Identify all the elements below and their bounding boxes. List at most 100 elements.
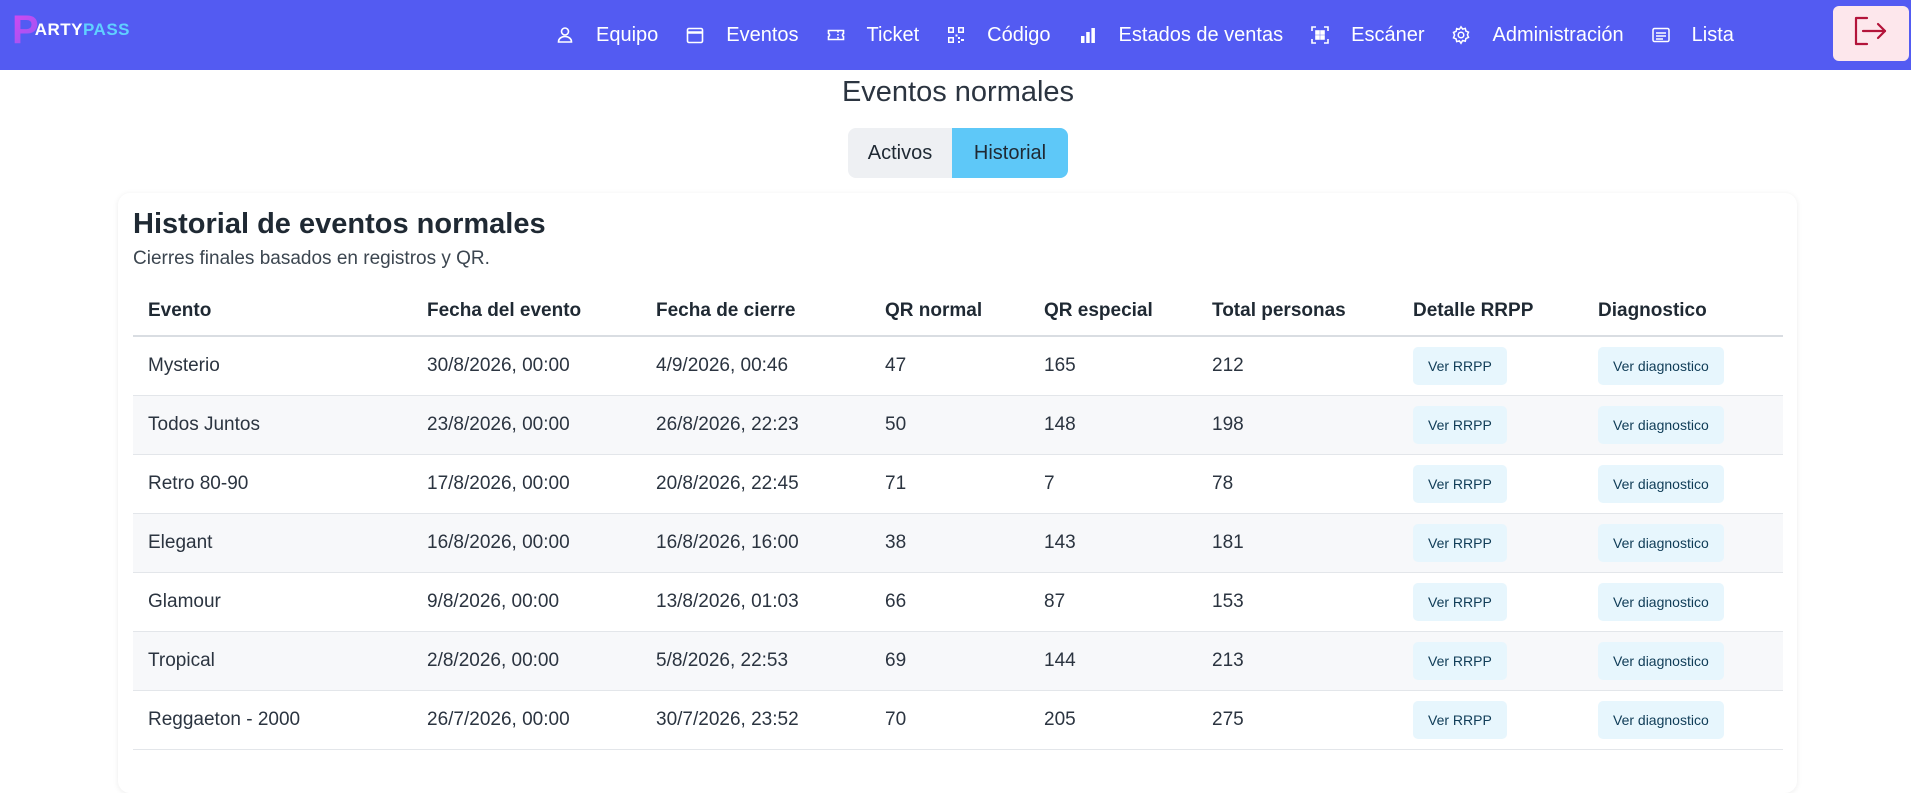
table-row: Tropical 2/8/2026, 00:00 5/8/2026, 22:53… xyxy=(133,631,1783,691)
top-navbar: P ARTYPASS Equipo Eventos Ticket Código … xyxy=(0,0,1911,70)
cell-fecha-evento: 23/8/2026, 00:00 xyxy=(412,395,641,455)
cell-qr-especial: 144 xyxy=(1029,631,1197,691)
cell-qr-especial: 87 xyxy=(1029,572,1197,632)
history-card: Historial de eventos normales Cierres fi… xyxy=(118,193,1797,793)
cell-evento: Tropical xyxy=(133,631,412,691)
main-nav: Equipo Eventos Ticket Código Estados de … xyxy=(554,0,1760,70)
ver-diagnostico-button[interactable]: Ver diagnostico xyxy=(1598,347,1724,385)
cell-detalle-rrpp: Ver RRPP xyxy=(1398,454,1583,514)
cell-fecha-evento: 17/8/2026, 00:00 xyxy=(412,454,641,514)
cell-evento: Todos Juntos xyxy=(133,395,412,455)
nav-item-lista[interactable]: Lista xyxy=(1650,0,1734,70)
table-row: Glamour 9/8/2026, 00:00 13/8/2026, 01:03… xyxy=(133,572,1783,632)
ver-diagnostico-button[interactable]: Ver diagnostico xyxy=(1598,406,1724,444)
nav-item-escaner[interactable]: Escáner xyxy=(1309,0,1424,70)
cell-detalle-rrpp: Ver RRPP xyxy=(1398,572,1583,632)
nav-item-ticket[interactable]: Ticket xyxy=(825,0,919,70)
cell-qr-especial: 205 xyxy=(1029,690,1197,750)
nav-item-label: Lista xyxy=(1691,23,1734,46)
nav-item-equipo[interactable]: Equipo xyxy=(554,0,658,70)
cell-fecha-cierre: 5/8/2026, 22:53 xyxy=(641,631,870,691)
ver-diagnostico-button[interactable]: Ver diagnostico xyxy=(1598,465,1724,503)
ver-rrpp-button[interactable]: Ver RRPP xyxy=(1413,347,1507,385)
nav-item-label: Equipo xyxy=(596,23,659,46)
nav-item-label: Estados de ventas xyxy=(1118,23,1284,46)
ver-rrpp-button[interactable]: Ver RRPP xyxy=(1413,524,1507,562)
cell-qr-normal: 71 xyxy=(870,454,1029,514)
cell-total-personas: 213 xyxy=(1197,631,1398,691)
ver-diagnostico-button[interactable]: Ver diagnostico xyxy=(1598,583,1724,621)
cell-qr-normal: 66 xyxy=(870,572,1029,632)
nav-item-label: Escáner xyxy=(1351,23,1425,46)
cell-fecha-evento: 2/8/2026, 00:00 xyxy=(412,631,641,691)
scan-icon xyxy=(1309,24,1331,46)
cell-total-personas: 275 xyxy=(1197,690,1398,750)
partypass-logo[interactable]: P ARTYPASS xyxy=(12,10,130,50)
cell-qr-normal: 69 xyxy=(870,631,1029,691)
cell-qr-especial: 143 xyxy=(1029,513,1197,573)
cell-qr-normal: 70 xyxy=(870,690,1029,750)
user-icon xyxy=(554,24,576,46)
nav-item-estados-de-ventas[interactable]: Estados de ventas xyxy=(1077,0,1284,70)
column-header-detalle-rrpp[interactable]: Detalle RRPP xyxy=(1398,287,1583,337)
logo-wordmark: ARTYPASS xyxy=(35,20,130,40)
logout-button[interactable] xyxy=(1833,6,1909,61)
bar-chart-icon xyxy=(1077,24,1099,46)
cell-fecha-evento: 30/8/2026, 00:00 xyxy=(412,336,641,396)
column-header-diagnostico[interactable]: Diagnostico xyxy=(1583,287,1783,337)
cell-diagnostico: Ver diagnostico xyxy=(1583,336,1783,396)
column-header-qr-especial[interactable]: QR especial xyxy=(1029,287,1197,337)
cell-qr-especial: 7 xyxy=(1029,454,1197,514)
ver-rrpp-button[interactable]: Ver RRPP xyxy=(1413,701,1507,739)
cell-detalle-rrpp: Ver RRPP xyxy=(1398,336,1583,396)
cell-fecha-evento: 16/8/2026, 00:00 xyxy=(412,513,641,573)
column-header-total-personas[interactable]: Total personas xyxy=(1197,287,1398,337)
cell-fecha-cierre: 26/8/2026, 22:23 xyxy=(641,395,870,455)
column-header-qr-normal[interactable]: QR normal xyxy=(870,287,1029,337)
cell-qr-normal: 50 xyxy=(870,395,1029,455)
tab-activos[interactable]: Activos xyxy=(848,128,952,178)
cell-diagnostico: Ver diagnostico xyxy=(1583,631,1783,691)
ver-rrpp-button[interactable]: Ver RRPP xyxy=(1413,406,1507,444)
nav-item-codigo[interactable]: Código xyxy=(945,0,1051,70)
cell-diagnostico: Ver diagnostico xyxy=(1583,395,1783,455)
cell-diagnostico: Ver diagnostico xyxy=(1583,690,1783,750)
cell-detalle-rrpp: Ver RRPP xyxy=(1398,513,1583,573)
cell-evento: Retro 80-90 xyxy=(133,454,412,514)
nav-item-eventos[interactable]: Eventos xyxy=(684,0,799,70)
cell-fecha-cierre: 4/9/2026, 00:46 xyxy=(641,336,870,396)
nav-item-administracion[interactable]: Administración xyxy=(1450,0,1624,70)
list-icon xyxy=(1650,24,1672,46)
ver-diagnostico-button[interactable]: Ver diagnostico xyxy=(1598,701,1724,739)
card-title: Historial de eventos normales xyxy=(133,208,546,240)
cell-diagnostico: Ver diagnostico xyxy=(1583,454,1783,514)
table-header-row: Evento Fecha del evento Fecha de cierre … xyxy=(133,287,1783,337)
table-row: Elegant 16/8/2026, 00:00 16/8/2026, 16:0… xyxy=(133,513,1783,573)
table-row: Todos Juntos 23/8/2026, 00:00 26/8/2026,… xyxy=(133,395,1783,455)
column-header-fecha-cierre[interactable]: Fecha de cierre xyxy=(641,287,870,337)
cell-fecha-cierre: 20/8/2026, 22:45 xyxy=(641,454,870,514)
ver-diagnostico-button[interactable]: Ver diagnostico xyxy=(1598,642,1724,680)
ver-rrpp-button[interactable]: Ver RRPP xyxy=(1413,465,1507,503)
cell-qr-normal: 47 xyxy=(870,336,1029,396)
ver-diagnostico-button[interactable]: Ver diagnostico xyxy=(1598,524,1724,562)
column-header-evento[interactable]: Evento xyxy=(133,287,412,337)
gear-icon xyxy=(1450,24,1472,46)
nav-item-label: Código xyxy=(987,23,1051,46)
page-title: Eventos normales xyxy=(841,76,1075,108)
ver-rrpp-button[interactable]: Ver RRPP xyxy=(1413,583,1507,621)
cell-evento: Reggaeton - 2000 xyxy=(133,690,412,750)
nav-item-label: Administración xyxy=(1492,23,1624,46)
cell-diagnostico: Ver diagnostico xyxy=(1583,572,1783,632)
qr-code-icon xyxy=(945,24,967,46)
cell-fecha-evento: 9/8/2026, 00:00 xyxy=(412,572,641,632)
ver-rrpp-button[interactable]: Ver RRPP xyxy=(1413,642,1507,680)
column-header-fecha-evento[interactable]: Fecha del evento xyxy=(412,287,641,337)
cell-total-personas: 153 xyxy=(1197,572,1398,632)
logout-icon xyxy=(1853,15,1889,52)
logo-wordmark-main: ARTY xyxy=(34,20,83,39)
cell-total-personas: 78 xyxy=(1197,454,1398,514)
events-tab-switcher: Activos Historial xyxy=(848,128,1068,178)
ticket-icon xyxy=(825,24,847,46)
tab-historial[interactable]: Historial xyxy=(952,128,1068,178)
